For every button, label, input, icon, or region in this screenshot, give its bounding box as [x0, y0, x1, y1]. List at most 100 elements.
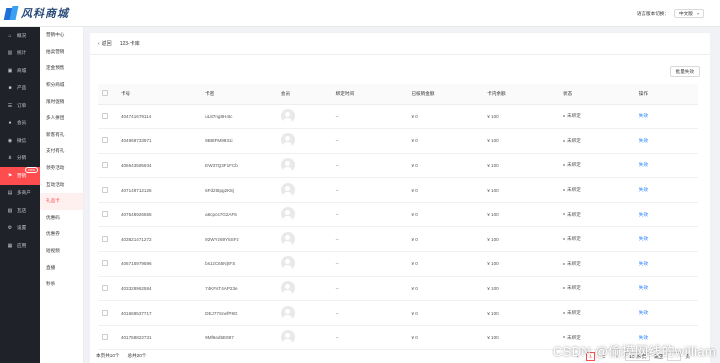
invalidate-link[interactable]: 失效 — [639, 310, 648, 315]
invalidate-link[interactable]: 失效 — [639, 212, 648, 217]
table-header-row: 卡号 卡密 会员 绑定时间 已核销金额 卡内余额 状态 操作 — [98, 84, 698, 105]
invalidate-link[interactable]: 失效 — [639, 236, 648, 241]
subnav-item[interactable]: 优惠券 — [40, 226, 83, 243]
invalidate-link[interactable]: 失效 — [639, 113, 648, 118]
nav-item[interactable]: ⚙ 设置 — [0, 220, 40, 238]
nav-item[interactable]: ● 会员 — [0, 115, 40, 133]
row-checkbox[interactable] — [102, 137, 108, 144]
row-checkbox[interactable] — [102, 334, 108, 341]
row-checkbox[interactable] — [102, 186, 108, 193]
card-balance: ¥ 100 — [483, 325, 559, 351]
status-dot-icon — [563, 262, 565, 265]
select-all-checkbox[interactable] — [102, 90, 108, 97]
nav-item[interactable]: ▦ 应用 — [0, 237, 40, 255]
subnav-item[interactable]: 礼品卡 — [40, 192, 83, 210]
column-header: 状态 — [559, 84, 635, 105]
home-icon: ⌂ — [8, 32, 12, 39]
status-cell: 未绑定 — [559, 128, 635, 154]
language-select[interactable]: 中文版 ▾ — [674, 9, 704, 18]
subnav-item[interactable]: 拍卖营销 — [40, 44, 83, 61]
invalidate-link[interactable]: 失效 — [639, 187, 648, 192]
nav-item[interactable]: ▥ 统计 — [0, 45, 40, 63]
invalidate-link[interactable]: 失效 — [639, 285, 648, 290]
nav-item-label: 设置 — [17, 225, 27, 231]
nav-item-label: 应用 — [17, 242, 27, 248]
shop-icon: ▣ — [7, 67, 13, 74]
row-checkbox[interactable] — [102, 161, 108, 168]
action-cell: 失效 — [634, 128, 698, 154]
nav-item[interactable]: ■ 产品 — [0, 80, 40, 98]
member-cell — [276, 276, 332, 302]
subnav-item[interactable]: 优惠码 — [40, 210, 83, 227]
card-password: 74KFsT4AP23e — [201, 276, 277, 302]
invalidate-link[interactable]: 失效 — [639, 335, 648, 340]
status-dot-icon — [563, 164, 565, 167]
subnav-item[interactable]: 直播 — [40, 259, 83, 276]
watermark: CSDN @偷摸网线的william — [552, 344, 716, 359]
used-amount: ¥ 0 — [407, 226, 484, 253]
action-cell: 失效 — [634, 153, 698, 179]
row-checkbox[interactable] — [102, 112, 108, 119]
back-button[interactable]: ‹ 返回 — [98, 40, 112, 48]
nav-item[interactable]: ⋔ 分销 — [0, 150, 40, 168]
nav-item[interactable]: ⌂ 概况 — [0, 27, 40, 45]
table-row: 403821471272 92WYz69Y5SFz -- ¥ 0 ¥ 100 未… — [98, 226, 698, 253]
status-dot-icon — [563, 213, 565, 216]
batch-invalidate-button[interactable]: 批量失效 — [669, 66, 700, 77]
nav-item-label: 分销 — [17, 155, 27, 161]
subnav-item[interactable]: 积分商城 — [40, 77, 83, 94]
subnav-item[interactable]: 支付有礼 — [40, 143, 83, 160]
used-amount: ¥ 0 — [407, 128, 484, 154]
row-checkbox[interactable] — [102, 211, 108, 218]
table-row: 403328962584 74KFsT4AP23e -- ¥ 0 ¥ 100 未… — [98, 276, 698, 302]
row-checkbox[interactable] — [102, 260, 108, 267]
card-password: bs1zC65N)tFS — [201, 251, 277, 277]
card-password: 6Fd2t5pg2K8j — [201, 177, 277, 203]
card-password: 9Mf6ed5E697 — [201, 325, 277, 351]
invalidate-link[interactable]: 失效 — [639, 261, 648, 266]
column-header: 操作 — [634, 84, 698, 105]
nav-item[interactable]: ▣ 商城 — [0, 62, 40, 80]
subnav-item[interactable]: 短视频 — [40, 243, 83, 260]
page-count: 本页共10个 — [96, 353, 120, 358]
nav-item[interactable]: ◉ 微信 — [0, 132, 40, 150]
row-checkbox[interactable] — [102, 235, 108, 242]
nav-item[interactable]: ☰ 订单 — [0, 97, 40, 115]
column-header: 卡号 — [116, 84, 202, 105]
invalidate-link[interactable]: 失效 — [639, 162, 648, 167]
row-select-cell — [98, 226, 117, 253]
status-text: 未绑定 — [567, 260, 581, 266]
kuaisu-icon: ▧ — [7, 207, 13, 214]
nav-item[interactable]: ⚑ 营销 new — [0, 167, 40, 185]
row-checkbox[interactable] — [102, 284, 108, 291]
bind-time: -- — [331, 153, 408, 179]
action-cell: 失效 — [634, 177, 698, 203]
card-balance: ¥ 100 — [483, 276, 559, 302]
subnav-item[interactable]: 限时促销 — [40, 93, 83, 110]
avatar — [280, 330, 295, 345]
nav-item-label: 会员 — [17, 120, 27, 126]
status-cell: 未绑定 — [559, 153, 635, 179]
member-cell — [276, 202, 332, 228]
member-cell — [276, 128, 332, 154]
subnav-item[interactable]: 定金预售 — [40, 60, 83, 77]
distribution-icon: ⋔ — [7, 155, 13, 162]
nav-item[interactable]: ▤ 多商户 — [0, 185, 40, 203]
invalidate-link[interactable]: 失效 — [639, 138, 648, 143]
bind-time: -- — [331, 202, 408, 228]
subnav-item[interactable]: 秒杀 — [40, 276, 83, 293]
subnav-item[interactable]: 领劵活动 — [40, 160, 83, 177]
subnav-item[interactable]: 营销中心 — [40, 27, 83, 44]
card-number: 403328962584 — [116, 276, 202, 302]
row-checkbox[interactable] — [102, 309, 108, 316]
subnav-item[interactable]: 多人拼团 — [40, 110, 83, 127]
nav-item[interactable]: ▧ 瓦店 — [0, 202, 40, 220]
product-icon: ■ — [8, 85, 12, 92]
total-count: 总共20个 — [127, 353, 147, 358]
logo[interactable]: 风科商城 — [3, 5, 69, 21]
new-badge: new — [25, 167, 38, 173]
row-select-cell — [98, 153, 117, 179]
row-select-cell — [98, 325, 117, 351]
subnav-item[interactable]: 新客有礼 — [40, 127, 83, 144]
subnav-item[interactable]: 互动活动 — [40, 176, 83, 193]
